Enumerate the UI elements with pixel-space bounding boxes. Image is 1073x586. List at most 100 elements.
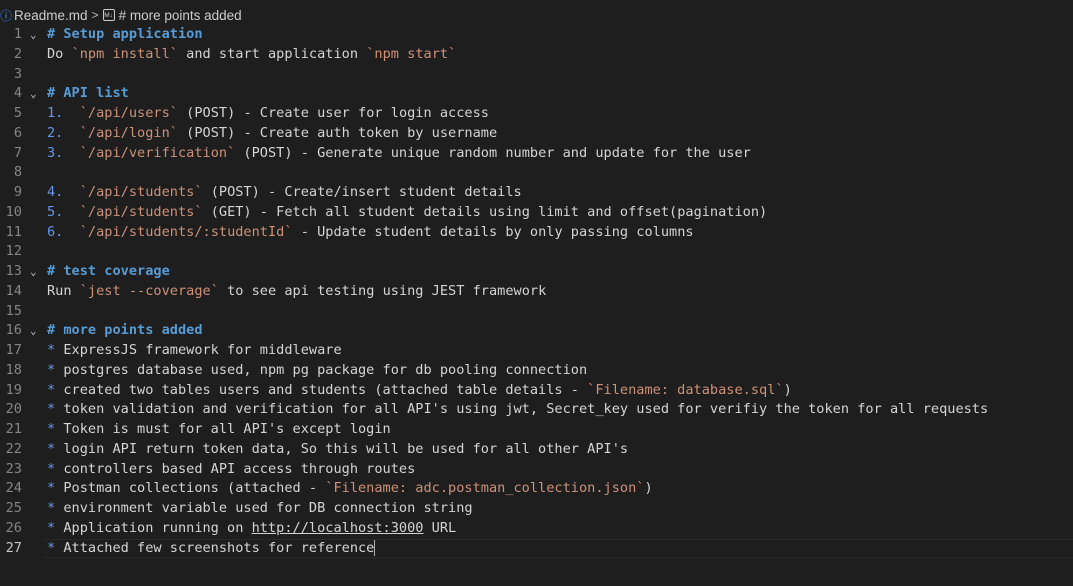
editor-line[interactable]: 20 * token validation and verification fo…: [0, 400, 1073, 420]
line-number: 5: [13, 105, 22, 121]
editor-line[interactable]: 26 * Application running on http://localh…: [0, 519, 1073, 539]
code-token: `Filename: database.sql`: [587, 381, 784, 398]
code-token: `npm install`: [71, 45, 178, 62]
code-token: Postman collections (attached -: [55, 480, 326, 497]
editor-line[interactable]: 5 1. `/api/users` (POST) - Create user fo…: [0, 104, 1073, 124]
fold-chevron-icon[interactable]: ⌄: [30, 25, 37, 45]
code-token: (POST) - Generate unique random number a…: [235, 144, 751, 161]
editor-line[interactable]: 10 5. `/api/students` (GET) - Fetch all s…: [0, 203, 1073, 223]
line-text: * postgres database used, npm pg package…: [47, 361, 587, 381]
line-text: * ExpressJS framework for middleware: [47, 341, 342, 361]
code-token: *: [47, 500, 56, 516]
line-number: 25: [5, 500, 22, 516]
code-token: to see api testing using JEST framework: [218, 282, 547, 299]
line-text: * login API return token data, So this w…: [47, 440, 628, 460]
line-text: 6. `/api/students/:studentId` - Update s…: [47, 223, 694, 243]
code-token: Do: [47, 45, 72, 62]
code-token: *: [47, 342, 56, 358]
code-token: `jest --coverage`: [79, 282, 219, 299]
code-token: ): [783, 381, 792, 398]
text-cursor: [374, 539, 376, 556]
line-text: Do `npm install` and start application `…: [47, 45, 456, 65]
editor-line[interactable]: 23 * controllers based API access through…: [0, 460, 1073, 480]
line-text: * Token is must for all API's except log…: [47, 420, 391, 440]
code-token: and start application: [177, 45, 367, 62]
editor-line[interactable]: 14 Run `jest --coverage` to see api testi…: [0, 282, 1073, 302]
code-editor[interactable]: 1 ⌄ # Setup application 2 Do `npm install` a…: [0, 25, 1073, 559]
breadcrumb-file[interactable]: Readme.md: [14, 8, 88, 23]
line-number: 14: [5, 282, 22, 299]
line-number: 11: [5, 223, 22, 240]
code-token: postgres database used, npm pg package f…: [55, 361, 588, 378]
code-token: *: [47, 421, 56, 437]
editor-line[interactable]: 8: [0, 163, 1073, 183]
editor-line[interactable]: 27 * Attached few screenshots for referen…: [0, 538, 1073, 559]
heading-text: # Setup application: [47, 26, 203, 42]
code-token: (POST) - Create user for login access: [177, 105, 489, 121]
code-token: URL: [423, 519, 457, 536]
code-token: *: [47, 480, 56, 497]
editor-line[interactable]: 18 * postgres database used, npm pg packa…: [0, 361, 1073, 381]
line-number: 20: [5, 401, 22, 418]
line-text: * token validation and verification for …: [47, 400, 988, 420]
line-text: * created two tables users and students …: [47, 381, 792, 401]
editor-line[interactable]: 4 ⌄ # API list: [0, 84, 1073, 104]
code-token: (GET) - Fetch all student details using …: [202, 203, 768, 220]
editor-line[interactable]: 13 ⌄ # test coverage: [0, 262, 1073, 282]
line-text: * Postman collections (attached - `Filen…: [47, 479, 653, 499]
code-token: Run: [47, 282, 80, 299]
code-token: *: [47, 440, 56, 457]
line-text: 3. `/api/verification` (POST) - Generate…: [47, 144, 751, 164]
code-token: `npm start`: [366, 45, 457, 62]
editor-line[interactable]: 16 ⌄ # more points added: [0, 321, 1073, 341]
line-text: 1. `/api/users` (POST) - Create user for…: [47, 104, 489, 124]
line-number: 22: [5, 440, 22, 457]
code-token: *: [47, 460, 56, 477]
code-token: *: [47, 401, 56, 418]
code-token: 4.: [47, 184, 64, 200]
editor-line[interactable]: 6 2. `/api/login` (POST) - Create auth to…: [0, 124, 1073, 144]
fold-chevron-icon[interactable]: ⌄: [30, 262, 37, 282]
code-token: Token is must for all API's except login: [55, 421, 391, 437]
editor-line[interactable]: 19 * created two tables users and student…: [0, 381, 1073, 401]
line-number: 8: [13, 164, 22, 181]
breadcrumb-section[interactable]: # more points added: [119, 8, 242, 23]
editor-line[interactable]: 2 Do `npm install` and start application …: [0, 45, 1073, 65]
editor-line[interactable]: 21 * Token is must for all API's except l…: [0, 420, 1073, 440]
editor-line[interactable]: 15: [0, 302, 1073, 322]
editor-line[interactable]: 11 6. `/api/students/:studentId` - Update…: [0, 223, 1073, 243]
line-number: 17: [5, 342, 22, 358]
editor-line[interactable]: 24 * Postman collections (attached - `Fil…: [0, 479, 1073, 499]
line-text: * Attached few screenshots for reference: [47, 539, 376, 559]
code-token: ExpressJS framework for middleware: [55, 342, 342, 358]
fold-chevron-icon[interactable]: ⌄: [30, 321, 37, 341]
editor-line[interactable]: 1 ⌄ # Setup application: [0, 25, 1073, 45]
code-token: `/api/users`: [79, 105, 178, 121]
editor-line[interactable]: 3: [0, 65, 1073, 85]
code-token: Application running on: [55, 519, 252, 536]
editor-line[interactable]: 7 3. `/api/verification` (POST) - Generat…: [0, 144, 1073, 164]
editor-line[interactable]: 17 * ExpressJS framework for middleware: [0, 341, 1073, 361]
line-text: * controllers based API access through r…: [47, 460, 415, 480]
code-token: `/api/students`: [79, 203, 203, 220]
editor-line[interactable]: 25 * environment variable used for DB con…: [0, 499, 1073, 519]
fold-chevron-icon[interactable]: ⌄: [30, 84, 37, 104]
line-text: # API list: [47, 84, 129, 104]
code-token: 5.: [47, 203, 64, 220]
url-link[interactable]: http://localhost:3000: [252, 520, 424, 536]
line-number: 9: [13, 184, 22, 200]
line-number: 21: [5, 421, 22, 437]
line-number: 16: [5, 322, 22, 339]
line-text: 4. `/api/students` (POST) - Create/inser…: [47, 183, 522, 203]
line-text: # test coverage: [47, 262, 170, 282]
editor-line[interactable]: 9 4. `/api/students` (POST) - Create/inse…: [0, 183, 1073, 203]
editor-line[interactable]: 22 * login API return token data, So this…: [0, 440, 1073, 460]
line-number: 15: [5, 302, 22, 319]
chevron-right-icon: >: [91, 8, 99, 22]
heading-text: # more points added: [47, 322, 203, 339]
line-text: # Setup application: [47, 25, 203, 45]
editor-line[interactable]: 12: [0, 242, 1073, 262]
